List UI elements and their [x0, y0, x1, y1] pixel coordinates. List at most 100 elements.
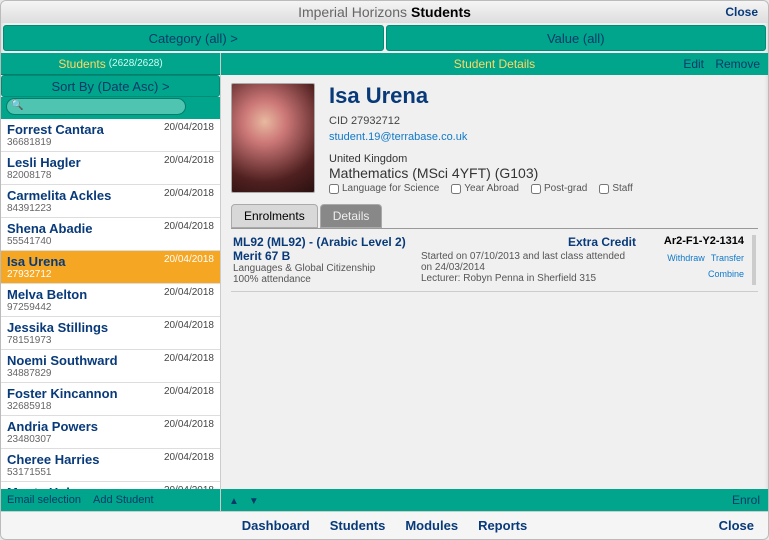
list-item-id: 27932712 [7, 269, 66, 280]
list-item[interactable]: Andria Powers23480307 20/04/2018 [1, 416, 220, 449]
list-item[interactable]: Carmelita Ackles84391223 20/04/2018 [1, 185, 220, 218]
list-item-date: 20/04/2018 [164, 452, 214, 463]
close-button-top[interactable]: Close [725, 5, 758, 19]
tab-enrolments[interactable]: Enrolments [231, 204, 318, 228]
list-item-name: Lesli Hagler [7, 155, 81, 170]
list-item-name: Isa Urena [7, 254, 66, 269]
list-item-name: Melva Belton [7, 287, 87, 302]
list-item-date: 20/04/2018 [164, 386, 214, 397]
enrol-room: Ar2-F1-Y2-1314 [644, 235, 744, 247]
student-name: Isa Urena [329, 83, 633, 109]
list-item-id: 34887829 [7, 368, 118, 379]
flag-checkbox[interactable] [531, 184, 541, 194]
withdraw-link[interactable]: Withdraw [667, 253, 705, 263]
remove-button[interactable]: Remove [715, 57, 760, 71]
enrol-attendance: 100% attendance [233, 274, 413, 285]
list-item-id: 82008178 [7, 170, 81, 181]
list-item-name: Forrest Cantara [7, 122, 104, 137]
list-footer: Email selection Add Student [1, 489, 220, 511]
list-item-name: Foster Kincannon [7, 386, 118, 401]
detail-header: Student Details Edit Remove [221, 53, 768, 75]
list-item[interactable]: Shena Abadie55541740 20/04/2018 [1, 218, 220, 251]
nav-modules[interactable]: Modules [405, 518, 458, 533]
flag-option[interactable]: Staff [599, 183, 632, 194]
combine-link[interactable]: Combine [708, 269, 744, 279]
student-course: Mathematics (MSci 4YFT) (G103) [329, 165, 633, 181]
list-item-date: 20/04/2018 [164, 122, 214, 133]
app-title: Imperial Horizons [298, 4, 407, 20]
list-item-id: 23480307 [7, 434, 98, 445]
list-item-name: Shena Abadie [7, 221, 92, 236]
add-student-button[interactable]: Add Student [93, 494, 154, 506]
cid-line: CID 27932712 [329, 115, 633, 127]
bottom-nav: Dashboard Students Modules Reports Close [1, 511, 768, 539]
list-item[interactable]: Monte Hohman3935697520/04/2018 [1, 482, 220, 489]
list-item-date: 20/04/2018 [164, 419, 214, 430]
edit-button[interactable]: Edit [683, 57, 704, 71]
flag-checkbox[interactable] [599, 184, 609, 194]
enrolment-row: ML92 (ML92) - (Arabic Level 2) Merit 67 … [231, 229, 758, 292]
nav-dashboard[interactable]: Dashboard [242, 518, 310, 533]
enrol-title: ML92 (ML92) - (Arabic Level 2) [233, 235, 413, 249]
nav-reports[interactable]: Reports [478, 518, 527, 533]
list-item-name: Andria Powers [7, 419, 98, 434]
list-item-date: 20/04/2018 [164, 221, 214, 232]
student-flags: Language for Science Year Abroad Post-grad… [329, 183, 633, 194]
detail-footer: ▲ ▼ Enrol [221, 489, 768, 511]
list-item[interactable]: Isa Urena27932712 20/04/2018 [1, 251, 220, 284]
list-item-id: 32685918 [7, 401, 118, 412]
student-email[interactable]: student.19@terrabase.co.uk [329, 131, 467, 143]
list-item[interactable]: Melva Belton97259442 20/04/2018 [1, 284, 220, 317]
enrol-dept: Languages & Global Citizenship [233, 263, 413, 274]
list-item-date: 20/04/2018 [164, 188, 214, 199]
search-input[interactable] [6, 98, 186, 115]
flag-option[interactable]: Language for Science [329, 183, 439, 194]
enrol-dates: Started on 07/10/2013 and last class att… [421, 251, 636, 273]
nav-students[interactable]: Students [330, 518, 386, 533]
prev-arrow-icon[interactable]: ▲ [229, 496, 239, 507]
enrol-grade: Merit 67 B [233, 249, 413, 263]
enrol-button[interactable]: Enrol [732, 493, 760, 507]
list-item-date: 20/04/2018 [164, 254, 214, 265]
students-list-header: Students (2628/2628) [1, 53, 220, 75]
scroll-indicator[interactable] [752, 235, 756, 285]
page-title: Students [411, 4, 471, 20]
list-item-id: 78151973 [7, 335, 108, 346]
list-item[interactable]: Lesli Hagler82008178 20/04/2018 [1, 152, 220, 185]
flag-checkbox[interactable] [451, 184, 461, 194]
student-country: United Kingdom [329, 153, 633, 165]
list-item-id: 97259442 [7, 302, 87, 313]
transfer-link[interactable]: Transfer [711, 253, 744, 263]
flag-option[interactable]: Year Abroad [451, 183, 519, 194]
enrol-lecturer: Lecturer: Robyn Penna in Sherfield 315 [421, 273, 636, 284]
tab-details[interactable]: Details [320, 204, 383, 228]
value-filter[interactable]: Value (all) [386, 25, 767, 51]
list-item[interactable]: Jessika Stillings78151973 20/04/2018 [1, 317, 220, 350]
enrol-credit: Extra Credit [421, 235, 636, 249]
student-photo [231, 83, 315, 193]
list-item[interactable]: Foster Kincannon32685918 20/04/2018 [1, 383, 220, 416]
flag-option[interactable]: Post-grad [531, 183, 587, 194]
list-item-id: 36681819 [7, 137, 104, 148]
list-item[interactable]: Cheree Harries5317155120/04/2018 [1, 449, 220, 482]
list-item-date: 20/04/2018 [164, 320, 214, 331]
category-filter[interactable]: Category (all) > [3, 25, 384, 51]
list-item-date: 20/04/2018 [164, 155, 214, 166]
flag-checkbox[interactable] [329, 184, 339, 194]
list-item-name: Jessika Stillings [7, 320, 108, 335]
email-selection-button[interactable]: Email selection [7, 494, 81, 506]
list-item-name: Carmelita Ackles [7, 188, 111, 203]
sort-button[interactable]: Sort By (Date Asc) > [1, 75, 220, 97]
close-button-bottom[interactable]: Close [719, 518, 754, 533]
list-item[interactable]: Noemi Southward3488782920/04/2018 [1, 350, 220, 383]
student-list[interactable]: Forrest Cantara3668181920/04/2018Lesli H… [1, 119, 220, 489]
title-bar: Imperial Horizons Students Close [1, 1, 768, 23]
list-item-id: 55541740 [7, 236, 92, 247]
list-item-date: 20/04/2018 [164, 287, 214, 298]
list-item-name: Noemi Southward [7, 353, 118, 368]
list-item-name: Cheree Harries [7, 452, 100, 467]
list-item[interactable]: Forrest Cantara36681819 20/04/2018 [1, 119, 220, 152]
next-arrow-icon[interactable]: ▼ [249, 496, 259, 507]
search-bar [1, 97, 220, 119]
list-item-id: 84391223 [7, 203, 111, 214]
